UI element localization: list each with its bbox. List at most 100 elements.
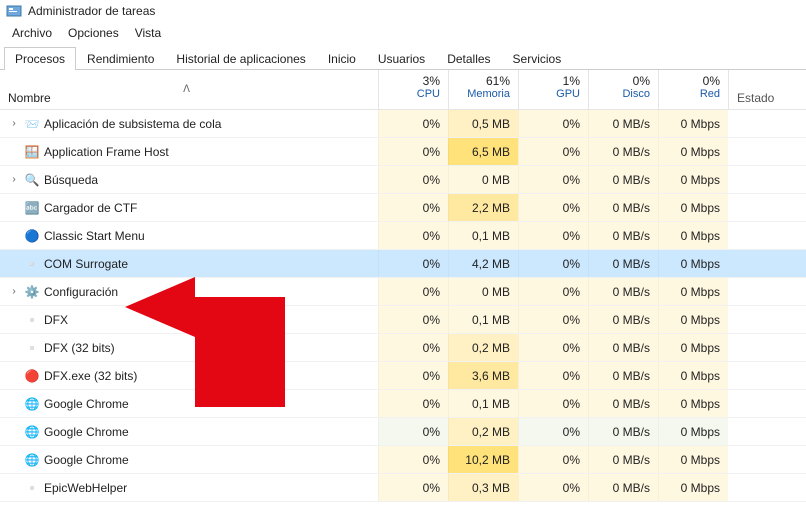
- table-row[interactable]: ▫️DFX (32 bits)0%0,2 MB0%0 MB/s0 Mbps: [0, 334, 806, 362]
- table-row[interactable]: 🌐Google Chrome0%0,1 MB0%0 MB/s0 Mbps: [0, 390, 806, 418]
- expand-icon[interactable]: ›: [8, 286, 20, 297]
- cpu-label: CPU: [387, 88, 440, 100]
- metric-net: 0 Mbps: [658, 390, 728, 417]
- metric-disk: 0 MB/s: [588, 278, 658, 305]
- process-name-label: Google Chrome: [44, 397, 129, 411]
- process-icon: 📨: [24, 116, 40, 132]
- process-name-cell: 🪟Application Frame Host: [0, 144, 378, 160]
- metric-cpu: 0%: [378, 278, 448, 305]
- table-row[interactable]: 🔴DFX.exe (32 bits)0%3,6 MB0%0 MB/s0 Mbps: [0, 362, 806, 390]
- app-icon: [6, 3, 22, 19]
- metric-mem: 0,3 MB: [448, 474, 518, 501]
- col-header-red[interactable]: 0% Red: [658, 70, 728, 109]
- process-icon: 🔴: [24, 368, 40, 384]
- metric-gpu: 0%: [518, 390, 588, 417]
- process-icon: 🪟: [24, 144, 40, 160]
- metric-gpu: 0%: [518, 418, 588, 445]
- menu-archivo[interactable]: Archivo: [6, 24, 58, 42]
- metric-net: 0 Mbps: [658, 334, 728, 361]
- col-header-memoria[interactable]: 61% Memoria: [448, 70, 518, 109]
- table-row[interactable]: ▫️EpicWebHelper0%0,3 MB0%0 MB/s0 Mbps: [0, 474, 806, 502]
- col-header-estado[interactable]: Estado: [728, 70, 806, 109]
- disk-label: Disco: [597, 88, 650, 100]
- tab-detalles[interactable]: Detalles: [436, 47, 501, 70]
- metric-cpu: 0%: [378, 194, 448, 221]
- metric-gpu: 0%: [518, 446, 588, 473]
- metric-net: 0 Mbps: [658, 250, 728, 277]
- metric-net: 0 Mbps: [658, 474, 728, 501]
- expand-icon[interactable]: ›: [8, 174, 20, 185]
- metric-disk: 0 MB/s: [588, 138, 658, 165]
- metric-mem: 0,5 MB: [448, 110, 518, 137]
- table-row[interactable]: ›📨Aplicación de subsistema de cola0%0,5 …: [0, 110, 806, 138]
- process-name-cell: 🔤Cargador de CTF: [0, 200, 378, 216]
- process-name-cell: ›🔍Búsqueda: [0, 172, 378, 188]
- tab-inicio[interactable]: Inicio: [317, 47, 367, 70]
- process-name-cell: ›⚙️Configuración: [0, 284, 378, 300]
- menu-opciones[interactable]: Opciones: [62, 24, 125, 42]
- metric-gpu: 0%: [518, 474, 588, 501]
- table-row[interactable]: 🌐Google Chrome0%10,2 MB0%0 MB/s0 Mbps: [0, 446, 806, 474]
- metric-mem: 0 MB: [448, 166, 518, 193]
- tab-procesos[interactable]: Procesos: [4, 47, 76, 70]
- metric-cpu: 0%: [378, 362, 448, 389]
- window-title: Administrador de tareas: [28, 4, 155, 18]
- tab-usuarios[interactable]: Usuarios: [367, 47, 436, 70]
- table-row[interactable]: 🔤Cargador de CTF0%2,2 MB0%0 MB/s0 Mbps: [0, 194, 806, 222]
- process-icon: ▫️: [24, 340, 40, 356]
- metric-cpu: 0%: [378, 306, 448, 333]
- metric-gpu: 0%: [518, 362, 588, 389]
- disk-usage-total: 0%: [597, 74, 650, 88]
- col-header-nombre[interactable]: Nombre ᐱ: [0, 70, 378, 109]
- metric-disk: 0 MB/s: [588, 250, 658, 277]
- table-row[interactable]: ›⚙️Configuración0%0 MB0%0 MB/s0 Mbps: [0, 278, 806, 306]
- process-name-label: COM Surrogate: [44, 257, 128, 271]
- metric-disk: 0 MB/s: [588, 362, 658, 389]
- metric-gpu: 0%: [518, 110, 588, 137]
- metric-cpu: 0%: [378, 166, 448, 193]
- col-header-disco[interactable]: 0% Disco: [588, 70, 658, 109]
- menu-vista[interactable]: Vista: [129, 24, 167, 42]
- metric-disk: 0 MB/s: [588, 334, 658, 361]
- metric-gpu: 0%: [518, 278, 588, 305]
- metric-mem: 4,2 MB: [448, 250, 518, 277]
- process-name-cell: 🔵Classic Start Menu: [0, 228, 378, 244]
- sort-indicator-icon: ᐱ: [183, 84, 190, 95]
- tab-rendimiento[interactable]: Rendimiento: [76, 47, 165, 70]
- process-icon: ▫️: [24, 312, 40, 328]
- table-row[interactable]: ▫️DFX0%0,1 MB0%0 MB/s0 Mbps: [0, 306, 806, 334]
- table-row[interactable]: ▫️COM Surrogate0%4,2 MB0%0 MB/s0 Mbps: [0, 250, 806, 278]
- tab-historial[interactable]: Historial de aplicaciones: [165, 47, 316, 70]
- col-header-gpu[interactable]: 1% GPU: [518, 70, 588, 109]
- metric-gpu: 0%: [518, 250, 588, 277]
- table-row[interactable]: 🔵Classic Start Menu0%0,1 MB0%0 MB/s0 Mbp…: [0, 222, 806, 250]
- table-row[interactable]: ›🔍Búsqueda0%0 MB0%0 MB/s0 Mbps: [0, 166, 806, 194]
- metric-net: 0 Mbps: [658, 166, 728, 193]
- process-name-cell: ▫️DFX (32 bits): [0, 340, 378, 356]
- table-row[interactable]: 🌐Google Chrome0%0,2 MB0%0 MB/s0 Mbps: [0, 418, 806, 446]
- metric-disk: 0 MB/s: [588, 222, 658, 249]
- tab-strip: Procesos Rendimiento Historial de aplica…: [0, 46, 806, 70]
- metric-net: 0 Mbps: [658, 222, 728, 249]
- tab-servicios[interactable]: Servicios: [502, 47, 573, 70]
- table-row[interactable]: 🪟Application Frame Host0%6,5 MB0%0 MB/s0…: [0, 138, 806, 166]
- metric-net: 0 Mbps: [658, 194, 728, 221]
- expand-icon[interactable]: ›: [8, 118, 20, 129]
- metric-disk: 0 MB/s: [588, 194, 658, 221]
- metric-disk: 0 MB/s: [588, 306, 658, 333]
- process-icon: 🌐: [24, 396, 40, 412]
- metric-mem: 10,2 MB: [448, 446, 518, 473]
- process-name-cell: ▫️DFX: [0, 312, 378, 328]
- process-name-label: Búsqueda: [44, 173, 98, 187]
- metric-gpu: 0%: [518, 138, 588, 165]
- metric-net: 0 Mbps: [658, 138, 728, 165]
- metric-cpu: 0%: [378, 390, 448, 417]
- col-header-cpu[interactable]: 3% CPU: [378, 70, 448, 109]
- process-icon: 🔤: [24, 200, 40, 216]
- metric-mem: 0,1 MB: [448, 390, 518, 417]
- process-icon: ▫️: [24, 256, 40, 272]
- metric-mem: 0,2 MB: [448, 418, 518, 445]
- metric-disk: 0 MB/s: [588, 474, 658, 501]
- net-label: Red: [667, 88, 720, 100]
- metric-gpu: 0%: [518, 166, 588, 193]
